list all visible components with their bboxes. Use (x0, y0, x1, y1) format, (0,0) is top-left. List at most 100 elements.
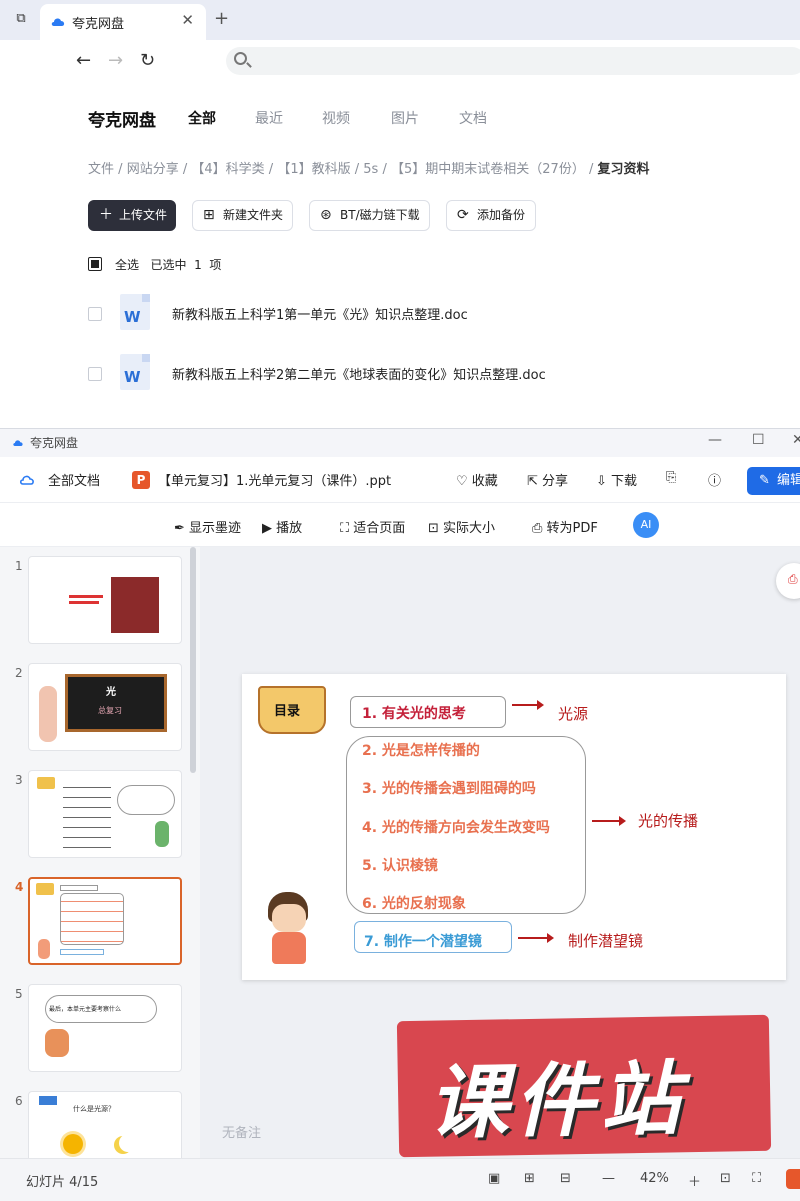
crumb-share[interactable]: 网站分享 (127, 162, 179, 177)
crumb-sep: / (354, 162, 360, 177)
close-window-icon[interactable]: ✕ (792, 432, 800, 448)
play-button[interactable]: ▶ 播放 (262, 517, 302, 536)
actual-size-button[interactable]: ⊡ 实际大小 (428, 517, 495, 536)
toc-lines (63, 781, 111, 851)
current-slide: 目录 1. 有关光的思考 光源 2. 光是怎样传播的 3. 光的传播会遇到阻碍的… (242, 674, 786, 980)
file-name[interactable]: 新教科版五上科学1第一单元《光》知识点整理.doc (172, 304, 468, 323)
slide-thumbnail[interactable]: 光 总复习 (28, 663, 182, 751)
crumb-sep: / (118, 162, 123, 177)
file-checkbox[interactable] (88, 367, 102, 381)
slide-thumbnail[interactable] (28, 770, 182, 858)
tab-recent[interactable]: 最近 (255, 108, 283, 128)
zoom-out-icon[interactable]: — (602, 1171, 615, 1186)
minimize-icon[interactable]: — (708, 432, 722, 448)
bt-label: BT/磁力链下载 (340, 208, 420, 222)
doc-letter: W (124, 368, 141, 386)
thumb-number: 1 (15, 559, 23, 573)
fullscreen-icon[interactable]: ⛶ (752, 1171, 761, 1186)
toc-item-3: 3. 光的传播会遇到阻碍的吗 (362, 781, 536, 797)
slideshow-icon[interactable] (786, 1169, 800, 1189)
file-row[interactable]: W 新教科版五上科学1第一单元《光》知识点整理.doc (88, 292, 788, 336)
ink-label: 显示墨迹 (189, 521, 242, 536)
child-image (155, 821, 169, 847)
thumb6-text: 什么是光源？ (73, 1105, 115, 1113)
tab-title: 夸克网盘 (72, 17, 125, 32)
thumb2-title: 光 (106, 687, 116, 698)
tab-all[interactable]: 全部 (188, 108, 216, 128)
address-bar[interactable] (226, 47, 800, 75)
new-tab-icon[interactable]: + (214, 8, 229, 29)
cloud-icon (19, 475, 34, 485)
thumbnail-scrollbar[interactable] (190, 547, 196, 773)
book-icon (37, 777, 55, 789)
browser-tab[interactable]: 夸克网盘 ✕ (40, 4, 206, 40)
notes-view-icon[interactable]: ⊟ (560, 1171, 571, 1186)
bt-download-button[interactable]: ⊛ BT/磁力链下载 (309, 200, 430, 231)
open-book-icon: 目录 (258, 686, 326, 734)
ppt-file-icon: P (132, 471, 150, 489)
crumb-exams[interactable]: 【5】期中期末试卷相关（27份） (391, 162, 585, 177)
crumb-sep: / (382, 162, 387, 177)
fit-page-button[interactable]: ⛶ 适合页面 (340, 517, 405, 536)
play-label: 播放 (276, 521, 303, 536)
crumb-edition[interactable]: 【1】教科版 (277, 162, 350, 177)
edit-button[interactable]: ✎ 编辑 (747, 467, 800, 495)
slide-thumbnail[interactable] (28, 556, 182, 644)
file-row[interactable]: W 新教科版五上科学2第二单元《地球表面的变化》知识点整理.doc (88, 352, 788, 396)
select-all-text[interactable]: 全选 (115, 258, 139, 272)
upload-label: 上传文件 (119, 208, 168, 222)
pdf-float-icon[interactable]: ⎙ (776, 563, 800, 599)
maximize-icon[interactable]: ☐ (752, 432, 765, 448)
back-icon[interactable]: ← (76, 50, 91, 71)
crumb-files[interactable]: 文件 (88, 162, 114, 177)
show-ink-button[interactable]: ✒ 显示墨迹 (174, 517, 241, 536)
title-mark (69, 601, 99, 604)
normal-view-icon[interactable]: ▣ (488, 1171, 500, 1186)
crumb-science[interactable]: 【4】科学类 (191, 162, 264, 177)
viewer-titlebar: 夸克网盘 — ☐ ✕ (0, 429, 800, 457)
favorite-button[interactable]: ♡ 收藏 (456, 470, 498, 489)
share-button[interactable]: ⇱ 分享 (527, 470, 568, 489)
zoom-in-icon[interactable]: ＋ (688, 1171, 701, 1190)
ai-assistant-icon[interactable]: AI (633, 512, 659, 538)
new-folder-button[interactable]: ⊞ 新建文件夹 (192, 200, 293, 231)
thumb-number: 5 (15, 987, 23, 1001)
file-name[interactable]: 新教科版五上科学2第二单元《地球表面的变化》知识点整理.doc (172, 364, 546, 383)
slide-thumbnail[interactable]: 什么是光源？ (28, 1091, 182, 1158)
file-title: 【单元复习】1.光单元复习（课件）.ppt (158, 474, 392, 489)
select-all-checkbox[interactable] (88, 257, 102, 271)
tab-search-icon[interactable]: ⧉ (10, 8, 32, 30)
reload-icon[interactable]: ↻ (140, 50, 155, 71)
download-button[interactable]: ⇩ 下载 (596, 470, 637, 489)
add-backup-button[interactable]: ⟳ 添加备份 (446, 200, 536, 231)
slide-thumbnail[interactable]: 最后，本单元主要考察什么 (28, 984, 182, 1072)
notes-placeholder[interactable]: 无备注 (222, 1122, 261, 1141)
crumb-sep: / (268, 162, 274, 177)
tab-image[interactable]: 图片 (391, 108, 419, 128)
slide-thumbnail-active[interactable] (28, 877, 182, 965)
grid-view-icon[interactable]: ⊞ (524, 1171, 535, 1186)
download-label: 下载 (611, 474, 638, 489)
zoom-level: 42% (640, 1171, 669, 1186)
mini-list (60, 893, 124, 945)
refresh-icon: ⟳ (457, 207, 469, 223)
file-checkbox[interactable] (88, 307, 102, 321)
selected-text: 已选中 (150, 258, 187, 272)
all-docs-link[interactable]: 全部文档 (48, 470, 100, 489)
book-cover-image (111, 577, 159, 633)
thumb-number: 6 (15, 1094, 23, 1108)
tab-docs[interactable]: 文档 (459, 108, 487, 128)
crumb-5s[interactable]: 5s (363, 162, 378, 177)
close-tab-icon[interactable]: ✕ (181, 11, 194, 29)
book-icon (36, 883, 54, 895)
export-icon[interactable]: ⎘ (666, 470, 676, 485)
upload-button[interactable]: ＋ 上传文件 (88, 200, 176, 231)
to-pdf-button[interactable]: ⎙ 转为PDF (532, 517, 598, 536)
forward-icon[interactable]: → (108, 50, 123, 71)
selected-unit: 项 (209, 258, 222, 272)
tab-video[interactable]: 视频 (322, 108, 350, 128)
report-icon[interactable]: ⓘ (708, 470, 721, 489)
heart-icon: ♡ (456, 474, 472, 489)
actual-label: 实际大小 (443, 521, 496, 536)
fit-screen-icon[interactable]: ⊡ (720, 1171, 731, 1186)
